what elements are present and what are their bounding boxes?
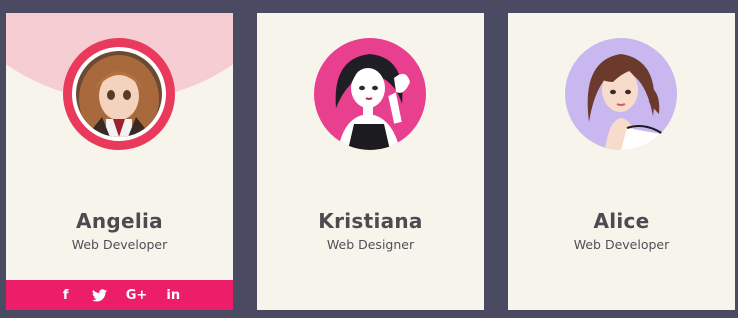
profile-name: Kristiana	[318, 209, 423, 233]
profile-role: Web Developer	[573, 237, 670, 252]
profile-card-kristiana[interactable]: Kristiana Web Designer	[257, 13, 484, 310]
profile-card-angelia[interactable]: Angelia Web Developer f G+ in	[6, 13, 233, 310]
profile-card-alice[interactable]: Alice Web Developer	[508, 13, 735, 310]
profile-name: Alice	[593, 209, 650, 233]
profile-role: Web Designer	[326, 237, 415, 252]
facebook-icon[interactable]: f	[58, 288, 74, 303]
avatar	[76, 51, 162, 137]
profile-name: Angelia	[76, 209, 163, 233]
linkedin-icon[interactable]: in	[165, 288, 181, 303]
profile-role: Web Developer	[71, 237, 168, 252]
avatar-image-angelia	[76, 51, 162, 137]
avatar-ring	[63, 38, 175, 150]
twitter-icon[interactable]	[92, 288, 108, 302]
social-bar: f G+ in	[6, 280, 233, 310]
avatar-image-kristiana	[314, 38, 426, 150]
avatar	[314, 38, 426, 150]
avatar-image-alice	[565, 38, 677, 150]
avatar	[565, 38, 677, 150]
google-plus-icon[interactable]: G+	[126, 288, 148, 303]
